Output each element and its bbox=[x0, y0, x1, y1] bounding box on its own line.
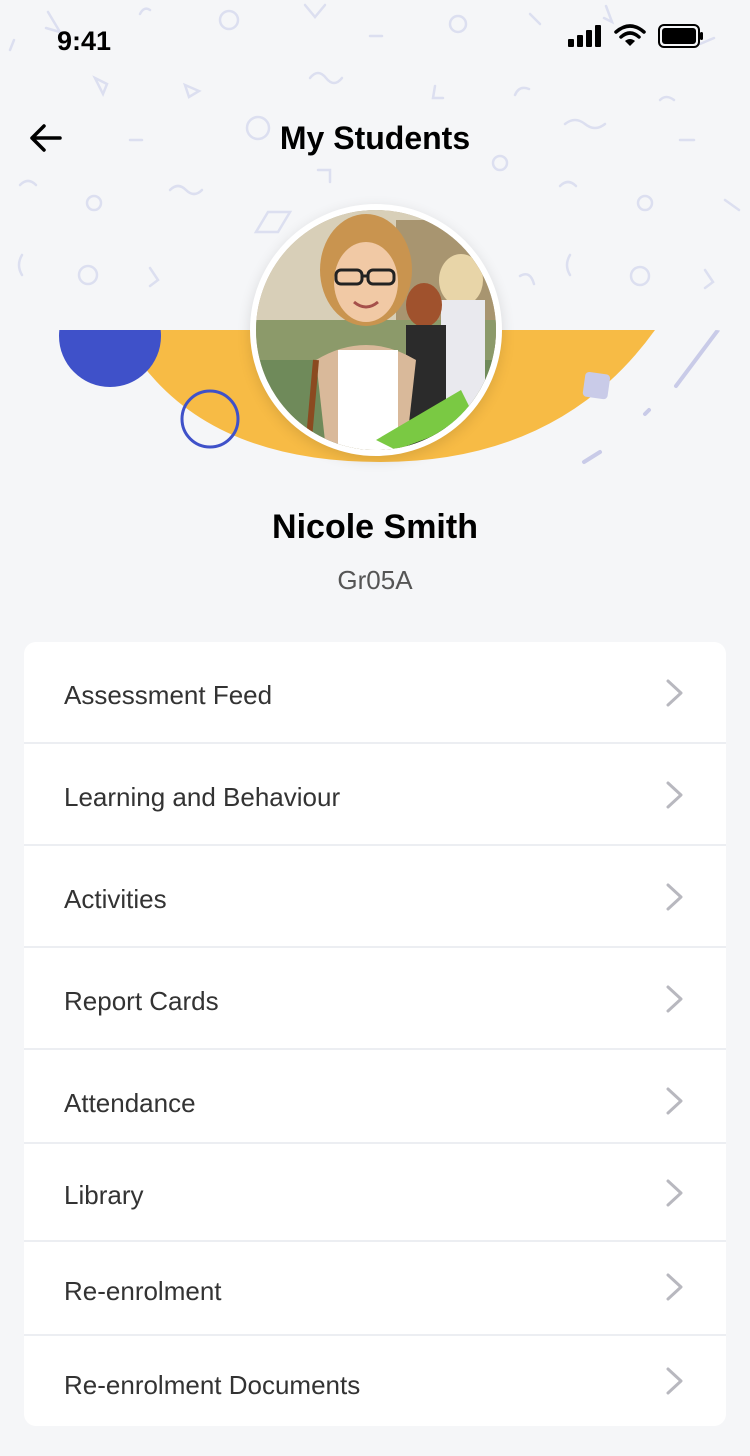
menu-item-activities[interactable]: Activities bbox=[24, 846, 726, 948]
signal-icon bbox=[568, 25, 601, 47]
student-profile-screen: 9:41 My Students Nicole Smith Gr05A Asse… bbox=[0, 0, 750, 1456]
menu-item-attendance[interactable]: Attendance bbox=[24, 1050, 726, 1144]
menu-item-label: Report Cards bbox=[64, 986, 219, 1016]
chevron-right-icon bbox=[666, 1087, 683, 1115]
chevron-right-icon bbox=[666, 883, 683, 911]
menu-item-re-enrolment-documents[interactable]: Re-enrolment Documents bbox=[24, 1336, 726, 1426]
menu-item-label: Learning and Behaviour bbox=[64, 782, 341, 812]
chevron-right-icon bbox=[666, 985, 683, 1013]
nav-header: My Students bbox=[0, 100, 750, 180]
menu-item-assessment-feed[interactable]: Assessment Feed bbox=[24, 642, 726, 744]
chevron-right-icon bbox=[666, 679, 683, 707]
menu-item-label: Re-enrolment Documents bbox=[64, 1370, 361, 1400]
student-grade: Gr05A bbox=[337, 565, 413, 595]
page-title: My Students bbox=[279, 120, 471, 156]
menu-item-report-cards[interactable]: Report Cards bbox=[24, 948, 726, 1050]
battery-icon bbox=[658, 24, 703, 48]
menu-item-library[interactable]: Library bbox=[24, 1144, 726, 1242]
status-time: 9:41 bbox=[57, 26, 112, 56]
status-bar: 9:41 bbox=[0, 0, 750, 80]
chevron-right-icon bbox=[666, 1179, 683, 1207]
menu-item-label: Library bbox=[64, 1180, 144, 1210]
menu-item-label: Re-enrolment bbox=[64, 1276, 222, 1306]
student-name: Nicole Smith bbox=[272, 508, 478, 546]
menu-item-learning-and-behaviour[interactable]: Learning and Behaviour bbox=[24, 744, 726, 846]
menu-item-label: Assessment Feed bbox=[64, 680, 273, 710]
status-icons bbox=[568, 24, 704, 48]
chevron-right-icon bbox=[666, 781, 683, 809]
student-avatar bbox=[250, 204, 502, 456]
chevron-right-icon bbox=[666, 1367, 683, 1395]
menu-item-re-enrolment[interactable]: Re-enrolment bbox=[24, 1242, 726, 1336]
wifi-icon bbox=[614, 24, 646, 46]
chevron-right-icon bbox=[666, 1273, 683, 1301]
menu-item-label: Activities bbox=[64, 884, 167, 914]
student-menu: Assessment Feed Learning and Behaviour A… bbox=[24, 642, 726, 1426]
menu-item-label: Attendance bbox=[64, 1088, 196, 1118]
avatar-photo bbox=[256, 210, 496, 450]
